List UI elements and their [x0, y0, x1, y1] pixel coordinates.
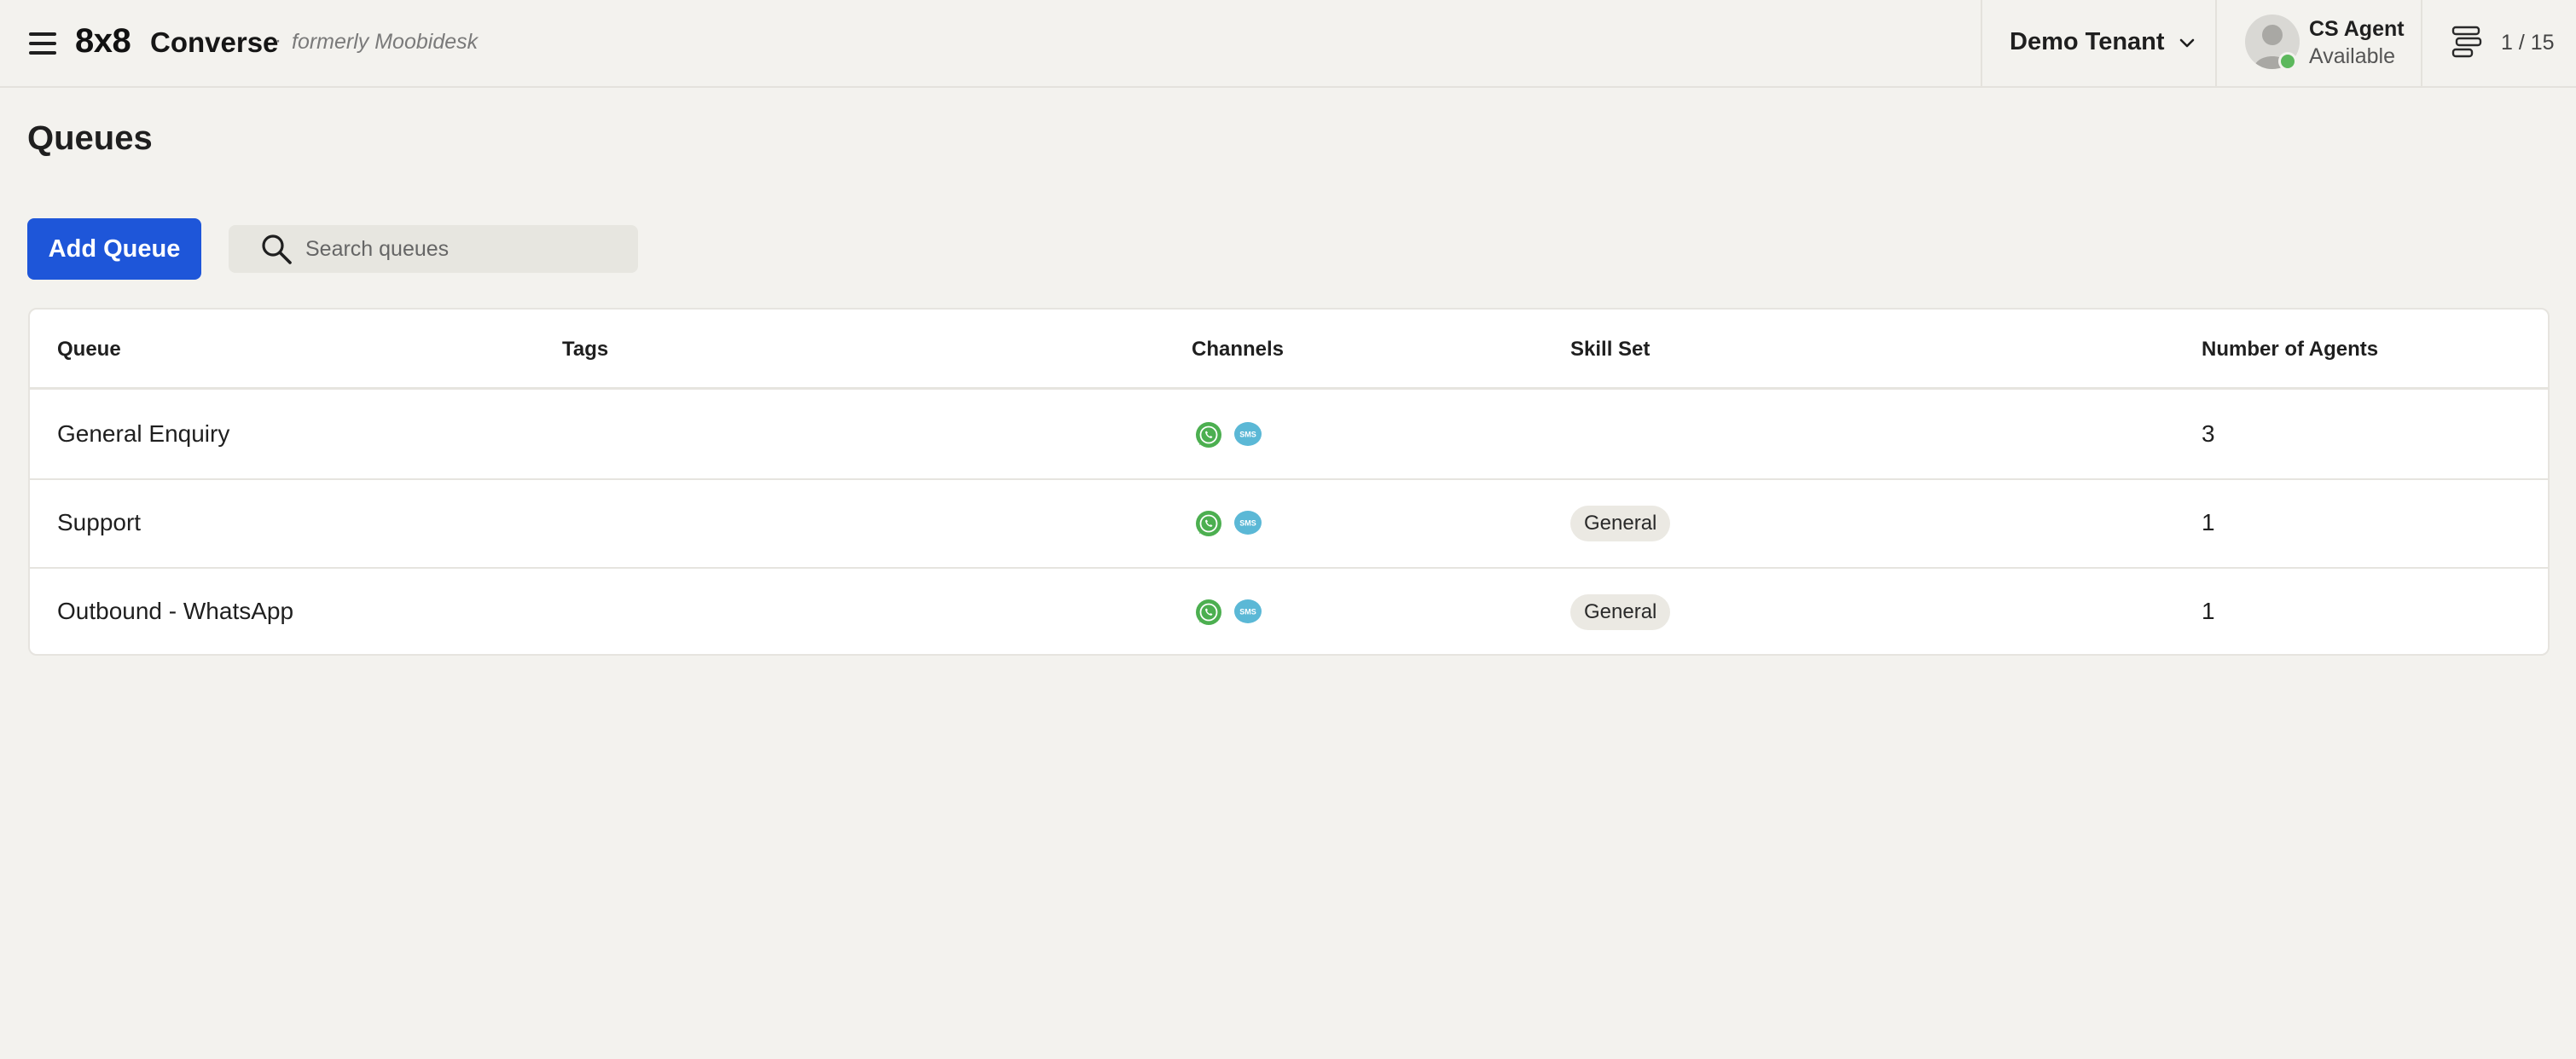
queue-name: General Enquiry [57, 420, 230, 447]
conversation-counter: 1 / 15 [2501, 31, 2555, 55]
svg-text:SMS: SMS [1239, 608, 1256, 616]
column-header-channels[interactable]: Channels [1192, 338, 1284, 362]
whatsapp-icon [1196, 511, 1221, 536]
column-header-tags[interactable]: Tags [562, 338, 608, 362]
conversations-icon[interactable] [2450, 24, 2484, 60]
add-queue-button[interactable]: Add Queue [27, 218, 201, 280]
divider [2215, 0, 2217, 88]
sms-icon: SMS [1234, 422, 1262, 446]
formerly-label: formerly Moobidesk [292, 30, 479, 54]
top-bar: 8x8 Converse · formerly Moobidesk Demo T… [0, 0, 2576, 88]
agent-name: CS Agent [2309, 17, 2405, 41]
divider [1981, 0, 1982, 88]
queue-name: Outbound - WhatsApp [57, 598, 294, 624]
queue-channels: SMS [1194, 509, 1262, 538]
search-icon [262, 234, 292, 264]
column-header-queue[interactable]: Queue [57, 338, 121, 362]
whatsapp-icon [1196, 599, 1221, 625]
status-indicator [2278, 52, 2297, 71]
agent-count: 3 [2202, 420, 2215, 447]
whatsapp-icon [1196, 422, 1221, 448]
tenant-name: Demo Tenant [2010, 28, 2165, 55]
chevron-down-icon [2179, 38, 2194, 47]
page-title: Queues [27, 119, 153, 157]
table-row[interactable]: Outbound - WhatsApp SMS General 1 [30, 569, 2548, 654]
table-row[interactable]: Support SMS General 1 [30, 480, 2548, 569]
queue-channels: SMS [1194, 420, 1262, 449]
queues-table: Queue Tags Channels Skill Set Number of … [28, 308, 2550, 656]
column-header-skill-set[interactable]: Skill Set [1570, 338, 1650, 362]
search-input[interactable] [305, 236, 629, 262]
brand-separator: · [275, 29, 281, 52]
tenant-selector[interactable]: Demo Tenant [2010, 28, 2197, 56]
table-header: Queue Tags Channels Skill Set Number of … [30, 310, 2548, 390]
brand-logo: 8x8 [75, 22, 131, 60]
queue-channels: SMS [1194, 598, 1262, 627]
menu-icon[interactable] [29, 32, 56, 55]
table-row[interactable]: General Enquiry SMS 3 [30, 391, 2548, 480]
svg-text:SMS: SMS [1239, 431, 1256, 439]
queue-name: Support [57, 509, 142, 535]
product-name: Converse [150, 26, 279, 58]
skill-set-badge: General [1570, 506, 1671, 541]
svg-text:SMS: SMS [1239, 519, 1256, 528]
sms-icon: SMS [1234, 599, 1262, 623]
agent-status[interactable]: Available [2309, 44, 2395, 69]
search-box[interactable] [229, 225, 638, 273]
skill-set-badge: General [1570, 594, 1671, 630]
divider [2421, 0, 2422, 88]
agent-count: 1 [2202, 509, 2215, 535]
agent-count: 1 [2202, 598, 2215, 624]
column-header-number-of-agents[interactable]: Number of Agents [2202, 338, 2378, 362]
sms-icon: SMS [1234, 511, 1262, 535]
